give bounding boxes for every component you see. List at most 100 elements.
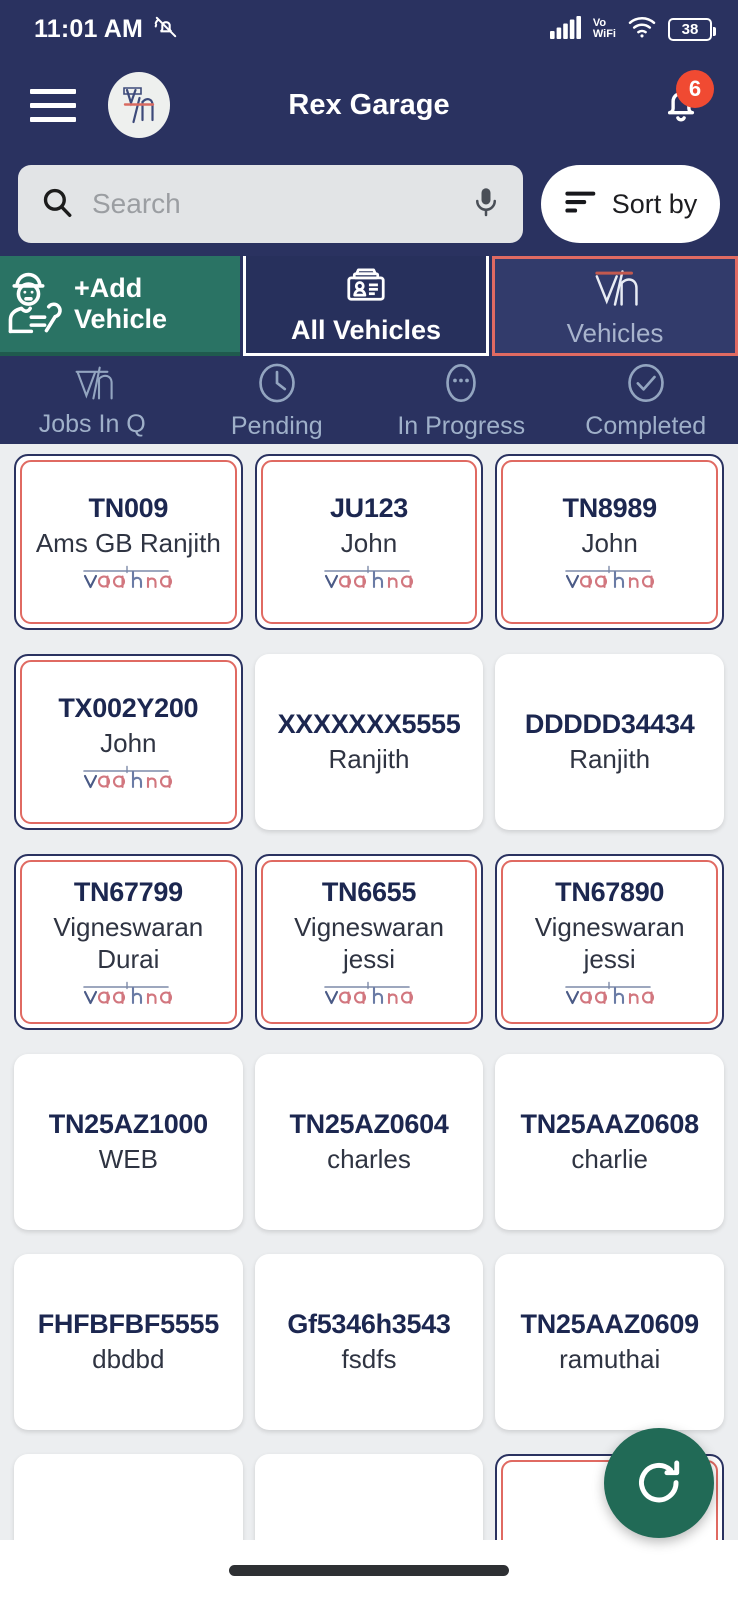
vehicle-card-content: XXXXXXX5555 Ranjith <box>278 709 461 775</box>
vehicle-grid-area[interactable]: TN009 Ams GB Ranjith JU123 John TN8989 John… <box>0 444 738 1600</box>
vehicle-card[interactable]: JU123 John <box>254 454 484 630</box>
vehicle-card-content: Gf5346h3543 fsdfs <box>287 1309 451 1375</box>
tab-all-vehicles[interactable]: All Vehicles <box>243 256 489 356</box>
hamburger-line <box>30 88 76 94</box>
vehicle-card[interactable]: TN6655 Vigneswaran jessi <box>254 854 484 1030</box>
vehicle-card-content: DDDDD34434 Ranjith <box>525 709 695 775</box>
vehicle-plate-number: TN25AAZ0609 <box>520 1308 700 1339</box>
vehicle-card-inner-border: TN67799 Vigneswaran Durai <box>20 860 237 1024</box>
tab-add-vehicle[interactable]: +Add Vehicle <box>0 256 240 356</box>
vaahna-wordmark <box>321 981 417 1007</box>
tab-jobs-in-q-label: Jobs In Q <box>38 409 146 438</box>
vehicle-card-inner-border: TN8989 John <box>501 460 718 624</box>
vehicle-owner-name: ramuthai <box>559 1343 661 1374</box>
vaahna-wordmark-icon <box>83 565 173 589</box>
vehicle-card[interactable]: TN25AAZ0609 ramuthai <box>495 1254 724 1430</box>
vehicle-plate-number: TN8989 <box>562 492 658 523</box>
tab-add-vehicle-label: +Add Vehicle <box>74 273 168 334</box>
volte-line-2: WiFi <box>592 28 616 40</box>
primary-tab-bar: +Add Vehicle All Vehicles Vehicles <box>0 256 738 356</box>
vehicle-plate-number: TN6655 <box>321 877 417 908</box>
vehicle-plate-number: TN25AZ1000 <box>48 1108 208 1139</box>
vehicle-owner-name: charlie <box>571 1143 648 1174</box>
vehicle-card[interactable]: TN67799 Vigneswaran Durai <box>14 854 243 1030</box>
sort-by-label: Sort by <box>611 188 698 219</box>
vehicle-card[interactable]: TN25AAZ0608 charlie <box>495 1054 724 1230</box>
vehicle-plate-number: XXXXXXX5555 <box>277 708 461 739</box>
vaahna-wordmark <box>562 981 658 1007</box>
app-bar: Rex Garage 6 <box>0 58 738 152</box>
vehicle-owner-name: Vigneswaran jessi <box>294 912 444 974</box>
mechanic-worker-icon <box>0 266 74 343</box>
vehicle-card[interactable]: DDDDD34434 Ranjith <box>495 654 724 830</box>
vehicle-card-content: TN25AZ0604 charles <box>289 1109 448 1175</box>
vh-logo-icon <box>582 263 648 318</box>
notification-bell-button[interactable]: 6 <box>652 70 714 134</box>
vehicle-owner-name: Ranjith <box>328 743 410 774</box>
vaahna-wordmark-icon <box>83 981 173 1004</box>
vehicle-card-inner-border: TN6655 Vigneswaran jessi <box>260 860 478 1024</box>
vehicle-card-content: TN25AAZ0609 ramuthai <box>520 1308 700 1375</box>
vaahna-wordmark <box>80 765 176 791</box>
app-root: 11:01 AM Vo WiFi 38 Rex Garage 6 Search … <box>0 0 738 1600</box>
vehicle-card-inner-border: JU123 John <box>260 460 478 624</box>
vaahna-wordmark <box>562 565 658 591</box>
status-bar: 11:01 AM Vo WiFi 38 <box>0 0 738 58</box>
vehicle-card[interactable]: Gf5346h3543 fsdfs <box>254 1254 484 1430</box>
vehicle-card[interactable]: TN009 Ams GB Ranjith <box>14 454 243 630</box>
bell-muted-icon <box>153 14 179 45</box>
vehicle-plate-number: TN009 <box>88 492 169 523</box>
vehicle-card[interactable]: TN25AZ1000 WEB <box>14 1054 243 1230</box>
vehicle-card[interactable]: TN25AZ0604 charles <box>254 1054 484 1230</box>
vehicle-card-grid: TN009 Ams GB Ranjith JU123 John TN8989 John… <box>14 454 724 1600</box>
vehicle-card[interactable]: FHFBFBF5555 dbdbd <box>14 1254 243 1430</box>
vehicle-owner-name: Ranjith <box>569 743 651 774</box>
vehicle-card[interactable]: TN67890 Vigneswaran jessi <box>495 854 724 1030</box>
cellular-signal-icon <box>549 15 582 44</box>
hamburger-menu-icon[interactable] <box>30 88 76 122</box>
tab-in-progress[interactable]: In Progress <box>369 360 554 441</box>
vaahna-wordmark-icon <box>83 765 173 789</box>
tab-in-progress-label: In Progress <box>397 411 526 440</box>
status-bar-left: 11:01 AM <box>34 14 179 45</box>
search-toolbar: Sort by <box>0 152 738 256</box>
vaahna-wordmark <box>321 565 417 591</box>
tab-jobs-in-q[interactable]: Jobs In Q <box>0 362 185 439</box>
home-indicator-pill[interactable] <box>229 1564 509 1576</box>
notification-count-badge: 6 <box>676 70 714 108</box>
vehicle-plate-number: TN25AZ0604 <box>289 1108 449 1139</box>
vehicle-card[interactable]: TX002Y200 John <box>14 654 243 830</box>
vehicle-owner-name: charles <box>327 1143 411 1174</box>
tab-pending[interactable]: Pending <box>185 360 370 441</box>
search-input[interactable] <box>92 188 453 220</box>
vehicle-owner-name: John <box>581 527 638 558</box>
vehicle-owner-name: Ams GB Ranjith <box>35 527 221 558</box>
vehicle-owner-name: dbdbd <box>92 1343 165 1374</box>
secondary-tab-bar: Jobs In Q Pending In Progress Completed <box>0 356 738 444</box>
vaahna-wordmark <box>80 565 176 591</box>
vehicle-plate-number: TX002Y200 <box>58 692 199 723</box>
vehicle-owner-name: Vigneswaran Durai <box>53 912 204 974</box>
hamburger-line <box>30 116 76 122</box>
tab-completed[interactable]: Completed <box>554 360 738 441</box>
vaahna-brand-logo-icon[interactable] <box>108 72 170 138</box>
vehicle-plate-number: TN67890 <box>555 877 665 908</box>
check-circle-icon <box>622 360 670 411</box>
vehicle-card[interactable]: XXXXXXX5555 Ranjith <box>254 654 484 830</box>
battery-indicator: 38 <box>668 17 716 41</box>
vehicle-card[interactable]: TN8989 John <box>495 454 724 630</box>
microphone-icon[interactable] <box>471 185 501 224</box>
search-icon <box>40 185 74 224</box>
battery-level: 38 <box>681 20 699 38</box>
refresh-fab-button[interactable] <box>604 1428 714 1538</box>
vehicle-plate-number: TN67799 <box>73 877 183 908</box>
vehicle-owner-name: WEB <box>98 1143 158 1174</box>
sort-by-button[interactable]: Sort by <box>541 165 720 243</box>
tab-vehicles-label: Vehicles <box>566 318 664 348</box>
tab-vehicles[interactable]: Vehicles <box>492 256 738 356</box>
vehicle-card-content: FHFBFBF5555 dbdbd <box>38 1309 220 1375</box>
wifi-icon <box>627 15 657 44</box>
vehicle-plate-number: JU123 <box>329 492 409 523</box>
search-box[interactable] <box>18 165 523 243</box>
vehicle-owner-name: John <box>100 727 157 758</box>
